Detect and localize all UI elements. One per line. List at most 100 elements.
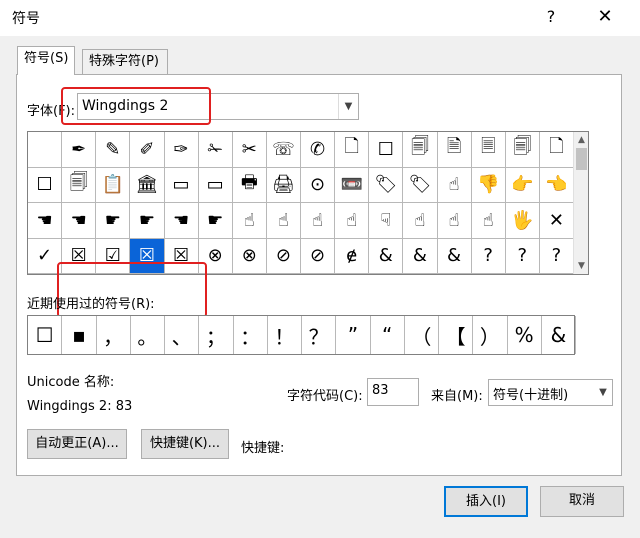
recent-symbol-cell[interactable]: ☐ — [28, 316, 63, 354]
scroll-thumb[interactable] — [576, 148, 587, 170]
from-combobox[interactable]: 符号(十进制) ▼ — [488, 379, 613, 406]
unicode-name-label: Unicode 名称: — [27, 375, 115, 390]
chevron-down-icon[interactable]: ▼ — [594, 380, 612, 405]
scroll-down-icon[interactable]: ▼ — [574, 258, 589, 274]
symbol-cell[interactable]: ? — [505, 238, 540, 274]
symbol-cell[interactable]: ? — [539, 238, 574, 274]
symbol-cell[interactable]: ✐ — [130, 132, 165, 168]
symbol-cell[interactable]: 🗐 — [403, 132, 438, 168]
symbol-cell[interactable]: ☝ — [437, 203, 472, 239]
symbol-cell[interactable]: ✁ — [198, 132, 233, 168]
recent-symbol-cell[interactable]: ” — [336, 316, 371, 354]
symbol-cell[interactable]: 🏷 — [369, 167, 404, 203]
symbol-cell[interactable]: ✕ — [539, 203, 574, 239]
symbol-cell[interactable]: ✆ — [301, 132, 336, 168]
tab-special-characters[interactable]: 特殊字符(P) — [82, 49, 168, 75]
recent-symbol-cell[interactable]: （ — [405, 316, 439, 354]
symbol-cell[interactable]: ☚ — [28, 203, 63, 239]
recent-symbol-cell[interactable]: “ — [371, 316, 405, 354]
symbol-cell[interactable]: ☛ — [198, 203, 233, 239]
chevron-down-icon[interactable]: ▼ — [338, 94, 358, 119]
symbol-cell[interactable]: 🗎 — [437, 132, 472, 168]
cancel-button[interactable]: 取消 — [540, 486, 624, 517]
symbol-cell[interactable]: 🖐 — [505, 203, 540, 239]
symbol-cell[interactable]: 🗐 — [62, 167, 97, 203]
recent-symbol-cell[interactable]: ！ — [268, 316, 302, 354]
symbol-cell[interactable]: 👎 — [471, 167, 506, 203]
symbol-cell[interactable]: & — [437, 238, 472, 274]
symbol-cell[interactable]: ☝ — [232, 203, 267, 239]
tab-symbols[interactable]: 符号(S) — [17, 46, 76, 75]
recent-symbol-cell[interactable]: ？ — [302, 316, 337, 354]
char-code-label: 字符代码(C): — [287, 389, 363, 404]
shortcut-key-button[interactable]: 快捷键(K)... — [141, 429, 229, 459]
symbol-cell[interactable]: ✒ — [62, 132, 97, 168]
recent-symbol-cell[interactable]: ） — [473, 316, 508, 354]
window-title: 符号 — [12, 11, 40, 27]
recent-symbol-cell[interactable]: ， — [97, 316, 131, 354]
symbol-cell[interactable]: 🗋 — [539, 132, 574, 168]
font-highlight-box — [61, 87, 211, 125]
symbol-cell[interactable]: ▭ — [164, 167, 199, 203]
recent-symbol-cell[interactable]: ； — [199, 316, 234, 354]
recent-symbols-row: ☐ ▪，。、；：！？” “（【）% & — [27, 315, 576, 355]
symbol-cell[interactable] — [28, 132, 63, 168]
recent-symbol-cell[interactable]: 【 — [439, 316, 474, 354]
symbol-cell[interactable]: ɇ — [335, 238, 370, 274]
symbol-cell[interactable]: 👉 — [505, 167, 540, 203]
recent-symbol-cell[interactable]: 、 — [165, 316, 200, 354]
symbol-cell[interactable]: 🗋 — [335, 132, 370, 168]
symbol-cell[interactable]: ☝ — [403, 203, 438, 239]
symbol-cell[interactable]: ▭ — [198, 167, 233, 203]
symbol-cell[interactable]: ? — [471, 238, 506, 274]
symbol-cell[interactable]: ✎ — [96, 132, 131, 168]
symbol-cell[interactable]: 👈 — [539, 167, 574, 203]
symbol-cell[interactable]: 🗏 — [471, 132, 506, 168]
close-button[interactable]: ✕ — [590, 4, 620, 30]
symbol-cell[interactable]: ☏ — [266, 132, 301, 168]
symbol-cell[interactable]: ☝ — [301, 203, 336, 239]
recent-symbol-cell[interactable]: ▪ — [62, 316, 97, 354]
unicode-name-value: Wingdings 2: 83 — [27, 399, 133, 414]
symbol-cell[interactable]: ☚ — [62, 203, 97, 239]
autocorrect-button[interactable]: 自动更正(A)... — [27, 429, 127, 459]
char-code-input[interactable]: 83 — [367, 378, 419, 406]
symbol-cell[interactable]: ☝ — [266, 203, 301, 239]
symbol-cell[interactable]: ✂ — [232, 132, 267, 168]
shortcut-label: 快捷键: — [241, 441, 285, 456]
title-bar: 符号 ? ✕ — [0, 0, 640, 36]
symbol-cell[interactable]: & — [369, 238, 404, 274]
symbol-cell[interactable]: ⊘ — [266, 238, 301, 274]
help-button[interactable]: ? — [536, 4, 566, 30]
symbol-cell[interactable]: & — [403, 238, 438, 274]
symbol-grid-cells: ✒ ✎ ✐ ✑ ✁ ✂ ☏ ✆ 🗋 ☐ 🗐 🗎 🗏 🗐 🗋 ☐ 🗐 📋 🏛 ▭ ▭ 🖶 🖨 ⊙ 📼 🏷 🏷 ☝ 👎 👉 👈 ☚ ☚ ☛ ☛ ☚ ☛ ☝ ☝ ☝… — [28, 132, 574, 274]
symbol-cell[interactable]: ☟ — [369, 203, 404, 239]
recent-symbol-cell[interactable]: & — [542, 316, 576, 354]
recent-symbol-cell[interactable]: % — [508, 316, 542, 354]
symbol-cell[interactable]: 🏛 — [130, 167, 165, 203]
insert-button[interactable]: 插入(I) — [444, 486, 528, 517]
scroll-up-icon[interactable]: ▲ — [574, 132, 589, 148]
symbol-cell[interactable]: ⊙ — [301, 167, 336, 203]
symbol-cell[interactable]: ⊘ — [301, 238, 336, 274]
symbol-cell[interactable]: 🗐 — [505, 132, 540, 168]
symbol-cell[interactable]: ☐ — [369, 132, 404, 168]
symbol-cell[interactable]: ☝ — [471, 203, 506, 239]
symbol-cell[interactable]: ☐ — [28, 167, 63, 203]
symbol-cell[interactable]: ☛ — [130, 203, 165, 239]
recent-symbol-cell[interactable]: ： — [234, 316, 268, 354]
recent-symbol-cell[interactable]: 。 — [131, 316, 165, 354]
symbol-cell[interactable]: ✑ — [164, 132, 199, 168]
symbol-cell[interactable]: ☛ — [96, 203, 131, 239]
symbol-cell[interactable]: ☝ — [437, 167, 472, 203]
symbol-cell[interactable]: 🏷 — [403, 167, 438, 203]
symbol-cell[interactable]: 🖨 — [266, 167, 301, 203]
symbol-cell[interactable]: ☚ — [164, 203, 199, 239]
grid-scrollbar[interactable]: ▲ ▼ — [573, 132, 588, 274]
symbol-cell[interactable]: 📋 — [96, 167, 131, 203]
symbol-cell[interactable]: ⊗ — [232, 238, 267, 274]
from-label: 来自(M): — [431, 389, 483, 404]
symbol-cell[interactable]: 📼 — [335, 167, 370, 203]
symbol-cell[interactable]: 🖶 — [232, 167, 267, 203]
symbol-cell[interactable]: ☝ — [335, 203, 370, 239]
